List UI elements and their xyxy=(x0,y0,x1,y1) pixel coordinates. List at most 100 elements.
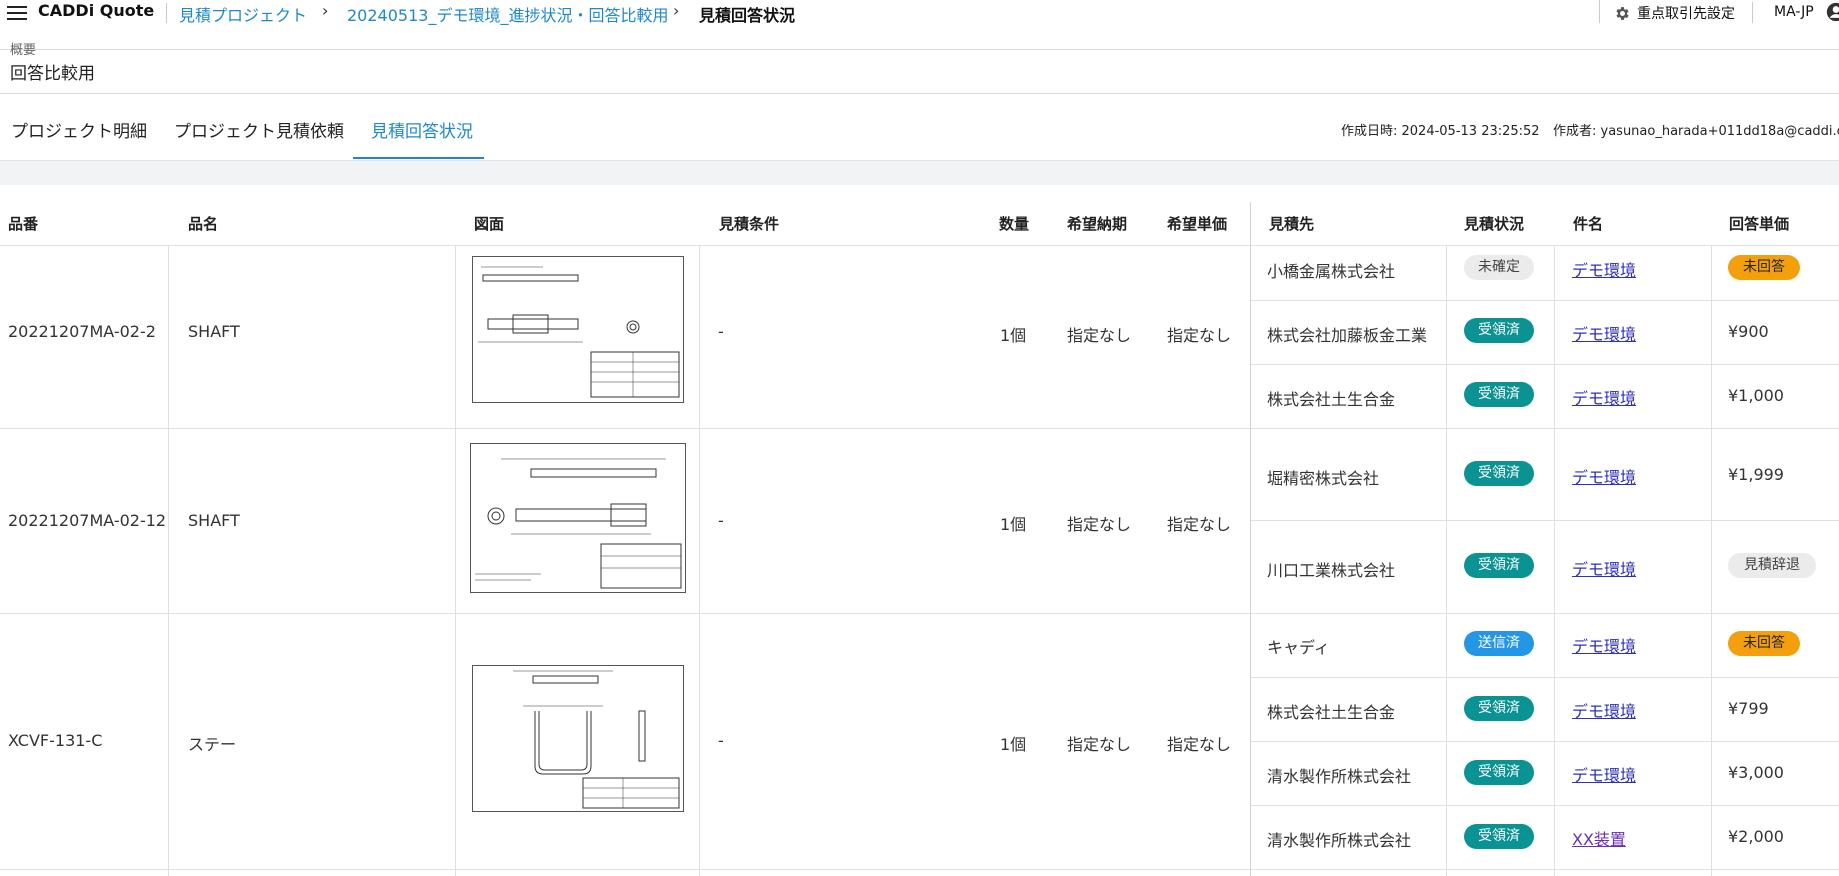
hamburger-menu-icon[interactable] xyxy=(7,4,27,22)
column-header-subject: 件名 xyxy=(1573,215,1604,233)
column-header-due-date: 希望納期 xyxy=(1067,215,1128,233)
app-header: CADDi Quote 見積プロジェクト › 20240513_デモ環境_進捗状… xyxy=(0,0,1839,50)
subject-link[interactable]: デモ環境 xyxy=(1572,633,1636,657)
section-spacer xyxy=(0,160,1839,185)
part-name: SHAFT xyxy=(188,322,240,341)
row-divider xyxy=(0,869,1839,870)
drawing-preview-icon xyxy=(475,458,682,589)
status-badge: 受領済 xyxy=(1464,318,1534,343)
column-divider xyxy=(699,245,700,876)
quantity: 1個 xyxy=(1000,326,1027,345)
account-name[interactable]: MA-JP xyxy=(1774,4,1814,20)
column-header-quantity: 数量 xyxy=(999,215,1030,233)
answer-price: ¥1,999 xyxy=(1728,465,1784,484)
subject-link[interactable]: デモ環境 xyxy=(1572,257,1636,281)
due-date: 指定なし xyxy=(1067,326,1132,345)
tab-quote-response-status[interactable]: 見積回答状況 xyxy=(371,117,473,142)
status-badge: 受領済 xyxy=(1464,553,1534,578)
created-by: 作成者: yasunao_harada+011dd18a@caddi.com xyxy=(1553,124,1839,139)
supplier-name: 株式会社土生合金 xyxy=(1267,390,1396,409)
part-number: 20221207MA-02-12 xyxy=(8,511,167,530)
supplier-name: キャディ xyxy=(1267,638,1330,657)
column-header-target-price: 希望単価 xyxy=(1167,215,1228,233)
status-badge: 受領済 xyxy=(1464,461,1534,486)
app-title[interactable]: CADDi Quote xyxy=(38,1,154,20)
subrow-divider xyxy=(1250,364,1839,365)
subject-link[interactable]: デモ環境 xyxy=(1572,464,1636,488)
answer-price: ¥3,000 xyxy=(1728,763,1784,782)
tab-project-quote-requests[interactable]: プロジェクト見積依頼 xyxy=(174,117,344,142)
column-header-name: 品名 xyxy=(188,215,219,233)
avatar-icon[interactable] xyxy=(1826,2,1839,22)
column-header-answer-price: 回答単価 xyxy=(1729,215,1790,233)
subrow-divider xyxy=(1250,805,1839,806)
status-badge: 受領済 xyxy=(1464,382,1534,407)
target-price: 指定なし xyxy=(1167,326,1232,345)
subrow-divider xyxy=(1250,741,1839,742)
answer-price: ¥799 xyxy=(1728,699,1769,718)
answer-price: ¥900 xyxy=(1728,322,1769,341)
answer-price: ¥1,000 xyxy=(1728,386,1784,405)
header-divider xyxy=(1599,0,1600,23)
part-number: 20221207MA-02-2 xyxy=(8,322,156,341)
declined-badge: 見積辞退 xyxy=(1728,553,1816,578)
tab-project-details[interactable]: プロジェクト明細 xyxy=(11,117,147,142)
drawing-preview-icon xyxy=(478,266,680,398)
header-divider xyxy=(166,3,167,23)
header-divider xyxy=(1752,2,1753,23)
supplier-name: 株式会社土生合金 xyxy=(1267,703,1396,722)
row-divider xyxy=(0,428,1839,429)
divider xyxy=(0,93,1839,94)
part-number: XCVF-131-C xyxy=(8,731,103,750)
supplier-name: 小橋金属株式会社 xyxy=(1267,262,1396,281)
column-divider xyxy=(168,245,169,876)
breadcrumb-projects[interactable]: 見積プロジェクト xyxy=(179,2,307,26)
column-divider xyxy=(455,245,456,876)
column-header-conditions: 見積条件 xyxy=(719,215,780,233)
subject-link[interactable]: デモ環境 xyxy=(1572,762,1636,786)
subrow-divider xyxy=(1250,520,1839,521)
status-badge: 受領済 xyxy=(1464,824,1534,849)
column-header-supplier: 見積先 xyxy=(1269,215,1315,233)
subrow-divider xyxy=(1250,300,1839,301)
part-name: ステー xyxy=(188,735,237,754)
overview-label: 概要 xyxy=(10,43,37,58)
column-header-drawing: 図面 xyxy=(474,215,505,233)
status-badge: 未確定 xyxy=(1464,255,1534,280)
unanswered-badge: 未回答 xyxy=(1728,631,1800,656)
row-divider xyxy=(0,613,1839,614)
quote-conditions: - xyxy=(718,731,724,750)
subject-link[interactable]: デモ環境 xyxy=(1572,385,1636,409)
column-header-part-no: 品番 xyxy=(8,215,39,233)
status-badge: 受領済 xyxy=(1464,696,1534,721)
column-divider xyxy=(1446,245,1447,876)
status-badge: 受領済 xyxy=(1464,760,1534,785)
drawing-thumbnail[interactable] xyxy=(472,665,684,812)
supplier-name: 清水製作所株式会社 xyxy=(1267,831,1412,850)
status-badge: 送信済 xyxy=(1464,631,1534,656)
column-divider xyxy=(1711,245,1712,876)
quantity: 1個 xyxy=(1000,515,1027,534)
drawing-preview-icon xyxy=(513,670,680,809)
active-tab-indicator xyxy=(353,157,484,159)
created-at: 作成日時: 2024-05-13 23:25:52 xyxy=(1341,124,1540,139)
priority-supplier-settings-button[interactable]: 重点取引先設定 xyxy=(1614,3,1735,23)
unanswered-badge: 未回答 xyxy=(1728,255,1800,280)
supplier-name: 清水製作所株式会社 xyxy=(1267,767,1412,786)
supplier-name: 堀精密株式会社 xyxy=(1267,469,1380,488)
drawing-thumbnail[interactable] xyxy=(470,443,686,593)
quote-conditions: - xyxy=(718,322,724,341)
subject-link[interactable]: XX装置 xyxy=(1572,826,1626,850)
supplier-name: 川口工業株式会社 xyxy=(1267,561,1396,580)
column-divider xyxy=(1554,245,1555,876)
breadcrumb-project[interactable]: 20240513_デモ環境_進捗状況・回答比較用 xyxy=(347,2,668,26)
overview-text: 回答比較用 xyxy=(10,64,95,84)
breadcrumb-current: 見積回答状況 xyxy=(699,6,796,25)
subject-link[interactable]: デモ環境 xyxy=(1572,698,1636,722)
subject-link[interactable]: デモ環境 xyxy=(1572,556,1636,580)
subrow-divider xyxy=(1250,677,1839,678)
subject-link[interactable]: デモ環境 xyxy=(1572,321,1636,345)
breadcrumb-separator: › xyxy=(673,1,680,20)
drawing-thumbnail[interactable] xyxy=(472,256,684,403)
answer-price: ¥2,000 xyxy=(1728,827,1784,846)
